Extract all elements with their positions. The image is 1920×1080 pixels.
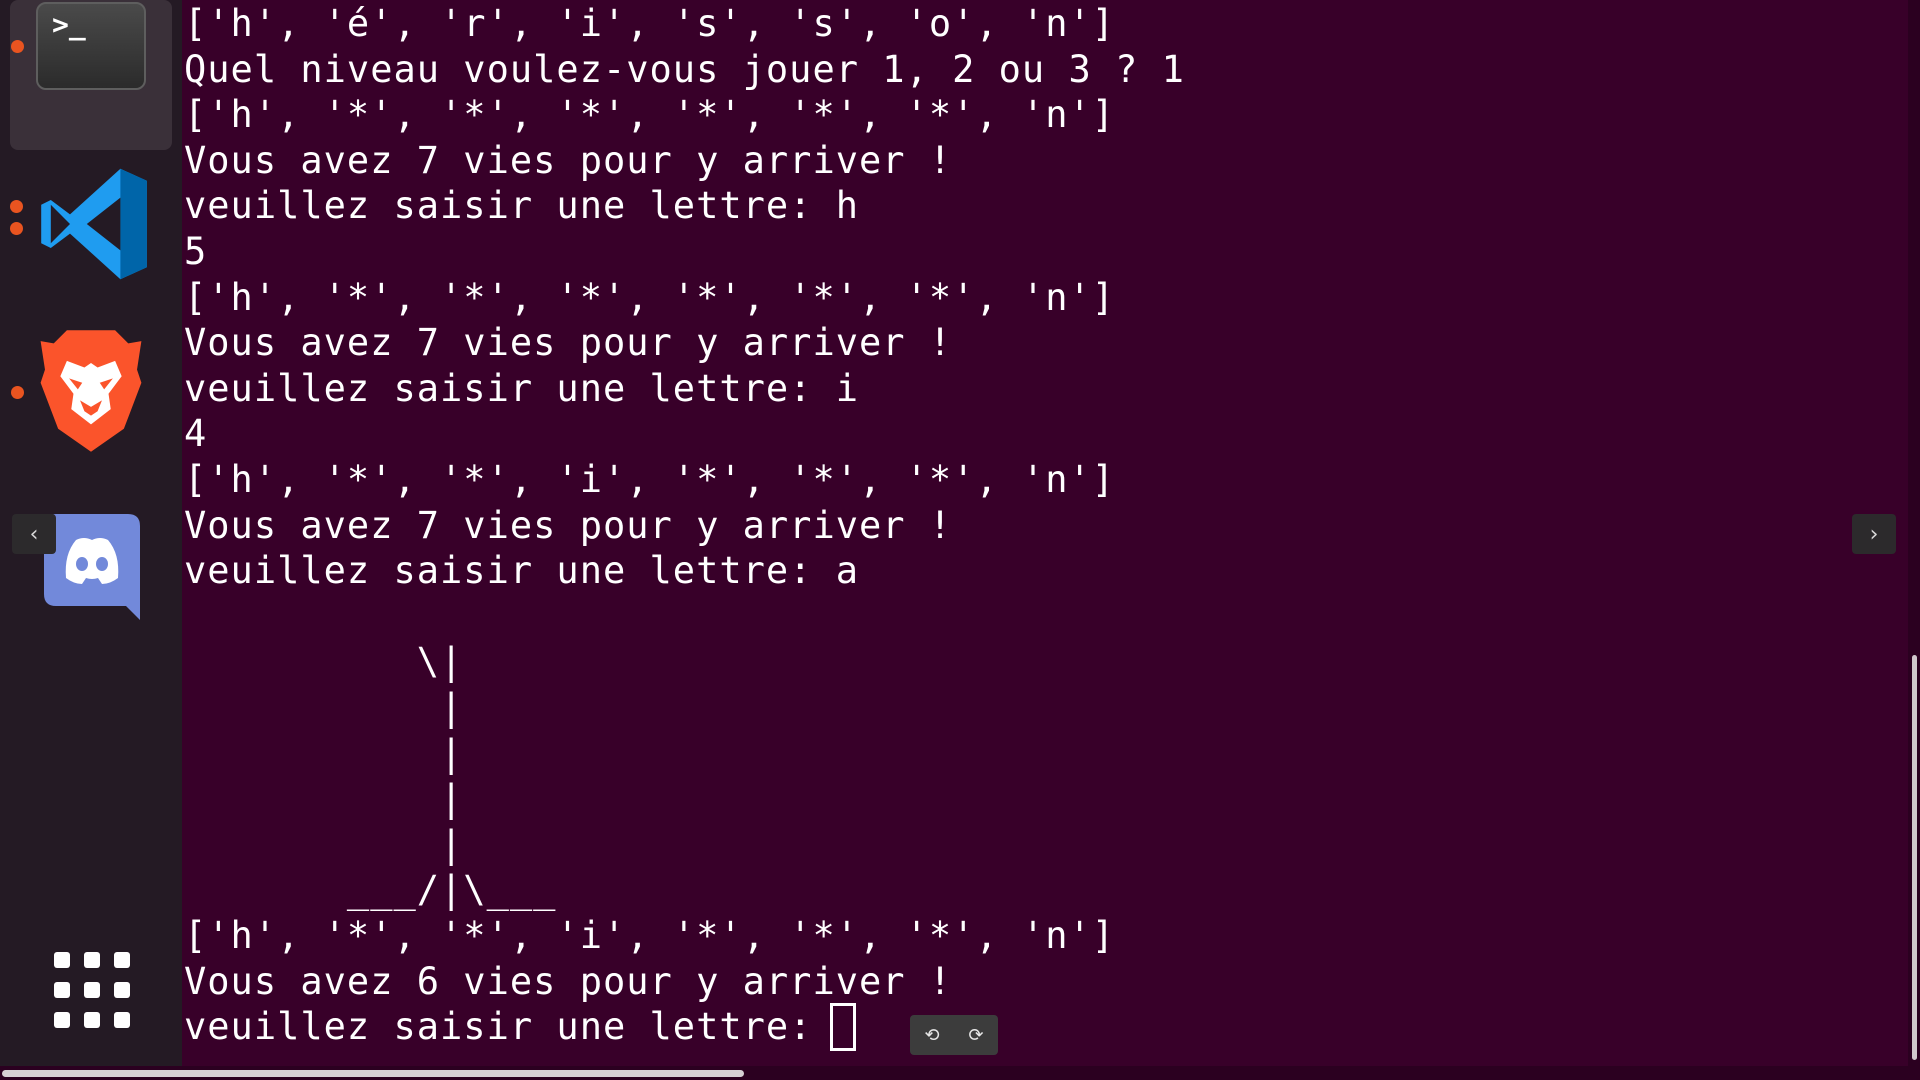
chevron-left-icon: ‹: [29, 521, 39, 547]
text-cursor: [830, 1003, 856, 1052]
show-applications-button[interactable]: [10, 920, 172, 1070]
horizontal-scroll-thumb[interactable]: [2, 1070, 744, 1077]
vertical-scrollbar[interactable]: [1908, 0, 1920, 1066]
terminal-line: veuillez saisir une lettre: h: [184, 184, 860, 228]
terminal-line: |: [184, 822, 464, 866]
running-indicator: [11, 386, 24, 399]
vscode-icon: [41, 168, 147, 280]
terminal-line: |: [184, 686, 464, 729]
terminal-line: veuillez saisir une lettre: i: [184, 366, 860, 410]
terminal-output[interactable]: ['h', 'é', 'r', 'i', 's', 's', 'o', 'n']…: [184, 0, 1904, 1066]
rotate-left-button[interactable]: ⟲: [910, 1015, 954, 1055]
terminal-line: |: [184, 731, 464, 775]
terminal-line: ['h', 'é', 'r', 'i', 's', 's', 'o', 'n']: [184, 2, 1116, 45]
running-indicator: [10, 200, 23, 213]
apps-grid-icon: [54, 952, 130, 1028]
terminal-line: ['h', '*', '*', 'i', '*', '*', '*', 'n']: [184, 914, 1116, 957]
terminal-line: veuillez saisir une lettre: a: [184, 549, 860, 593]
terminal-line: 5: [184, 230, 208, 273]
prev-button[interactable]: ‹: [12, 514, 56, 554]
vertical-scroll-thumb[interactable]: [1912, 655, 1917, 1060]
running-indicator: [11, 40, 24, 53]
terminal-line: 4: [184, 412, 208, 456]
rotate-right-icon: ⟳: [968, 1024, 984, 1046]
terminal-line: ['h', '*', '*', '*', '*', '*', '*', 'n']: [184, 93, 1116, 137]
chevron-right-icon: ›: [1869, 521, 1879, 547]
terminal-prompt-glyph: >_: [52, 8, 86, 41]
discord-icon: [44, 514, 140, 620]
terminal-line: ['h', '*', '*', 'i', '*', '*', '*', 'n']: [184, 458, 1116, 501]
terminal-line: |: [184, 777, 464, 821]
next-button[interactable]: ›: [1852, 514, 1896, 554]
rotate-left-icon: ⟲: [924, 1024, 940, 1046]
rotate-right-button[interactable]: ⟳: [954, 1015, 998, 1055]
terminal-line: \|: [184, 640, 464, 684]
terminal-line: Vous avez 6 vies pour y arriver !: [184, 959, 953, 1003]
terminal-line: ___/|\___: [184, 868, 557, 912]
dock-terminal[interactable]: >_: [10, 0, 172, 150]
terminal-line: veuillez saisir une lettre:: [184, 1005, 836, 1049]
horizontal-scrollbar[interactable]: [0, 1066, 1920, 1080]
rotate-toolbar: ⟲ ⟳: [910, 1015, 998, 1055]
terminal-line: ['h', '*', '*', '*', '*', '*', '*', 'n']: [184, 275, 1116, 319]
terminal-line: Vous avez 7 vies pour y arriver !: [184, 321, 953, 365]
terminal-line: Vous avez 7 vies pour y arriver !: [184, 503, 953, 547]
terminal-app-icon: >_: [36, 2, 146, 90]
terminal-line: Vous avez 7 vies pour y arriver !: [184, 138, 953, 182]
dock-vscode[interactable]: [10, 150, 172, 300]
dock-brave[interactable]: [10, 320, 172, 470]
brave-lion-icon: [40, 330, 142, 452]
terminal-line: Quel niveau voulez-vous jouer 1, 2 ou 3 …: [184, 47, 1185, 91]
running-indicator: [10, 222, 23, 235]
